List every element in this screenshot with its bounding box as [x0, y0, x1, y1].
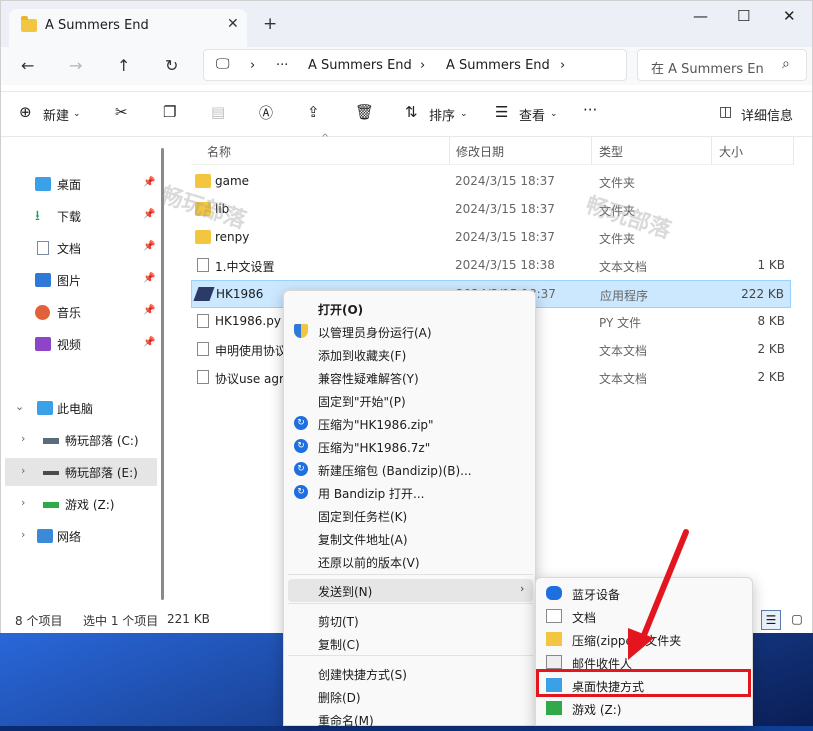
arrow-head: [628, 628, 654, 660]
arrow-shaft: [639, 529, 689, 643]
annotation-arrow: [628, 529, 689, 660]
